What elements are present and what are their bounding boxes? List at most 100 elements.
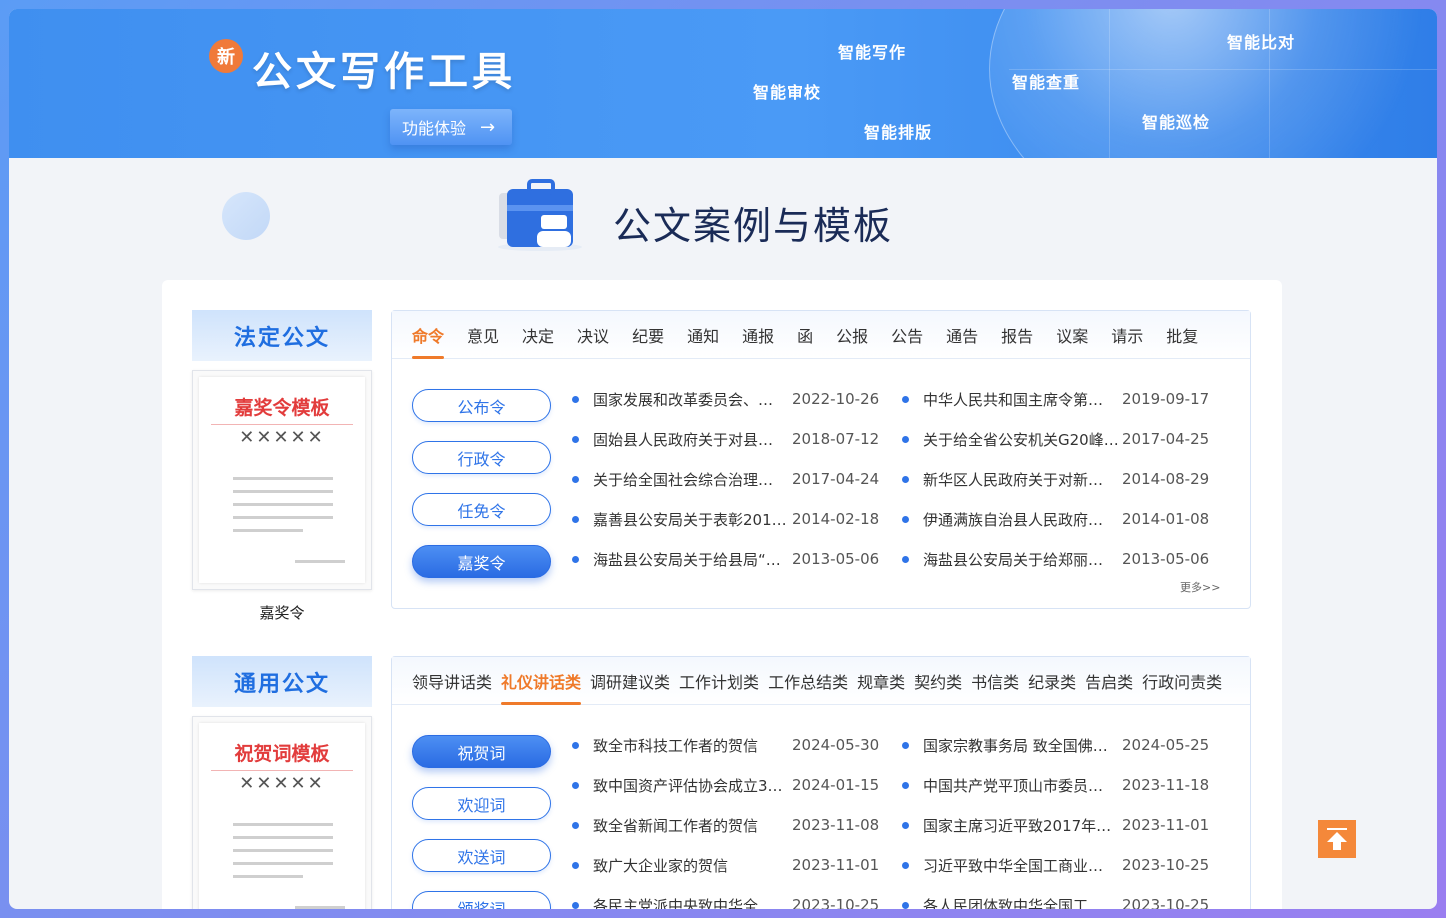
subcategory-pill[interactable]: 颁奖词	[412, 891, 551, 909]
list-item[interactable]: 嘉善县公安局关于表彰201… 2014-02-18	[572, 507, 892, 531]
tab-statutory-5[interactable]: 通知	[687, 311, 719, 359]
list-item-title[interactable]: 关于给全国社会综合治理…	[593, 469, 792, 490]
tab-statutory-6[interactable]: 通报	[742, 311, 774, 359]
list-item-title[interactable]: 海盐县公安局关于给县局“…	[593, 549, 792, 570]
tab-statutory-2[interactable]: 决定	[522, 311, 554, 359]
bullet-icon	[902, 821, 909, 829]
list-item-title[interactable]: 关于给全省公安机关G20峰…	[923, 429, 1122, 450]
list-item[interactable]: 海盐县公安局关于给县局“… 2013-05-06	[572, 547, 892, 571]
list-item-title[interactable]: 新华区人民政府关于对新…	[923, 469, 1122, 490]
tab-statutory-13[interactable]: 请示	[1111, 311, 1143, 359]
bullet-icon	[572, 475, 579, 483]
list-item-title[interactable]: 致中国资产评估协会成立3…	[593, 775, 792, 796]
list-item-date: 2014-01-08	[1122, 510, 1210, 528]
tab-statutory-12[interactable]: 议案	[1056, 311, 1088, 359]
subcategory-pill[interactable]: 任免令	[412, 493, 551, 526]
list-item-title[interactable]: 各人民团体致中华全国工…	[923, 895, 1122, 910]
list-item[interactable]: 国家主席习近平致2017年… 2023-11-01	[902, 813, 1222, 837]
list-item[interactable]: 致广大企业家的贺信 2023-11-01	[572, 853, 892, 877]
list-item-title[interactable]: 致全省新闻工作者的贺信	[593, 815, 792, 836]
list-item[interactable]: 中华人民共和国主席令第… 2019-09-17	[902, 387, 1222, 411]
list-item[interactable]: 各人民团体致中华全国工… 2023-10-25	[902, 893, 1222, 909]
tab-general-8[interactable]: 纪录类	[1028, 657, 1076, 705]
list-item[interactable]: 关于给全省公安机关G20峰… 2017-04-25	[902, 427, 1222, 451]
tab-general-2[interactable]: 调研建议类	[590, 657, 670, 705]
tab-statutory-14[interactable]: 批复	[1166, 311, 1198, 359]
tab-statutory-10[interactable]: 通告	[946, 311, 978, 359]
bullet-icon	[902, 395, 909, 403]
list-item-title[interactable]: 嘉善县公安局关于表彰201…	[593, 509, 792, 530]
tab-statutory-3[interactable]: 决议	[577, 311, 609, 359]
list-item-title[interactable]: 国家宗教事务局 致全国佛…	[923, 735, 1122, 756]
list-item[interactable]: 新华区人民政府关于对新… 2014-08-29	[902, 467, 1222, 491]
list-item[interactable]: 伊通满族自治县人民政府… 2014-01-08	[902, 507, 1222, 531]
list-item-title[interactable]: 致广大企业家的贺信	[593, 855, 792, 876]
subcategory-pill[interactable]: 公布令	[412, 389, 551, 422]
list-item[interactable]: 致中国资产评估协会成立3… 2024-01-15	[572, 773, 892, 797]
tab-general-7[interactable]: 书信类	[971, 657, 1019, 705]
tab-general-10[interactable]: 行政问责类	[1142, 657, 1222, 705]
list-item-title[interactable]: 国家主席习近平致2017年…	[923, 815, 1122, 836]
list-item-title[interactable]: 伊通满族自治县人民政府…	[923, 509, 1122, 530]
feature-smart-duplicate-check[interactable]: 智能查重	[1012, 69, 1080, 93]
list-item[interactable]: 致全市科技工作者的贺信 2024-05-30	[572, 733, 892, 757]
feature-smart-layout[interactable]: 智能排版	[864, 119, 932, 143]
category-statutory-label: 法定公文	[192, 310, 372, 361]
tab-general-3[interactable]: 工作计划类	[679, 657, 759, 705]
tab-general-6[interactable]: 契约类	[914, 657, 962, 705]
list-item-title[interactable]: 固始县人民政府关于对县…	[593, 429, 792, 450]
list-item[interactable]: 致全省新闻工作者的贺信 2023-11-08	[572, 813, 892, 837]
list-item[interactable]: 海盐县公安局关于给郑丽… 2013-05-06	[902, 547, 1222, 571]
list-item-title[interactable]: 海盐县公安局关于给郑丽…	[923, 549, 1122, 570]
list-item-title[interactable]: 中华人民共和国主席令第…	[923, 389, 1122, 410]
arrow-up-icon	[1327, 828, 1347, 850]
list-item[interactable]: 国家宗教事务局 致全国佛… 2024-05-25	[902, 733, 1222, 757]
subcategory-pill[interactable]: 行政令	[412, 441, 551, 474]
list-item[interactable]: 国家发展和改革委员会、… 2022-10-26	[572, 387, 892, 411]
list-item-title[interactable]: 致全市科技工作者的贺信	[593, 735, 792, 756]
list-item[interactable]: 中国共产党平顶山市委员… 2023-11-18	[902, 773, 1222, 797]
tab-statutory-9[interactable]: 公告	[891, 311, 923, 359]
tab-statutory-7[interactable]: 函	[797, 311, 813, 359]
list-item-title[interactable]: 中国共产党平顶山市委员…	[923, 775, 1122, 796]
tab-general-5[interactable]: 规章类	[857, 657, 905, 705]
list-item-date: 2023-11-08	[792, 816, 880, 834]
subcategory-pill[interactable]: 欢送词	[412, 839, 551, 872]
list-item-date: 2013-05-06	[792, 550, 880, 568]
tab-statutory-1[interactable]: 意见	[467, 311, 499, 359]
feature-smart-review[interactable]: 智能审校	[753, 79, 821, 103]
back-to-top-button[interactable]	[1318, 820, 1356, 858]
list-item-title[interactable]: 国家发展和改革委员会、…	[593, 389, 792, 410]
tab-general-1[interactable]: 礼仪讲话类	[501, 657, 582, 705]
list-item-title[interactable]: 各民主党派中央致中华全…	[593, 895, 792, 910]
tab-statutory-0[interactable]: 命令	[412, 311, 445, 359]
list-item-date: 2023-10-25	[1122, 856, 1210, 874]
feature-smart-compare[interactable]: 智能比对	[1227, 29, 1295, 53]
list-item[interactable]: 固始县人民政府关于对县… 2018-07-12	[572, 427, 892, 451]
thumbnail-title: 嘉奖令模板	[211, 391, 353, 425]
tab-statutory-4[interactable]: 纪要	[632, 311, 664, 359]
tab-general-0[interactable]: 领导讲话类	[412, 657, 492, 705]
tab-statutory-8[interactable]: 公报	[836, 311, 868, 359]
more-link[interactable]: 更多>>	[1180, 579, 1220, 595]
browser-window: 新 公文写作工具 功能体验 → 智能写作 智能审校 智能查重 智能排版 智能比对…	[9, 9, 1437, 909]
bullet-icon	[902, 515, 909, 523]
feature-smart-writing[interactable]: 智能写作	[838, 39, 906, 63]
list-item[interactable]: 各民主党派中央致中华全… 2023-10-25	[572, 893, 892, 909]
list-item[interactable]: 习近平致中华全国工商业… 2023-10-25	[902, 853, 1222, 877]
try-feature-button[interactable]: 功能体验 →	[390, 109, 512, 145]
subcategory-pill[interactable]: 祝贺词	[412, 735, 551, 768]
template-thumbnail[interactable]: 祝贺词模板 ✕✕✕✕✕	[192, 716, 372, 909]
subcategory-pill[interactable]: 欢迎词	[412, 787, 551, 820]
tab-general-9[interactable]: 告启类	[1085, 657, 1133, 705]
list-item[interactable]: 关于给全国社会综合治理… 2017-04-24	[572, 467, 892, 491]
list-item-title[interactable]: 习近平致中华全国工商业…	[923, 855, 1122, 876]
list-item-date: 2024-01-15	[792, 776, 880, 794]
tab-statutory-11[interactable]: 报告	[1001, 311, 1033, 359]
template-thumbnail[interactable]: 嘉奖令模板 ✕✕✕✕✕	[192, 370, 372, 590]
grid-line	[1109, 9, 1110, 158]
subcategory-pill[interactable]: 嘉奖令	[412, 545, 551, 578]
feature-smart-inspection[interactable]: 智能巡检	[1142, 109, 1210, 133]
tab-general-4[interactable]: 工作总结类	[768, 657, 848, 705]
thumbnail-signature-line	[295, 560, 345, 563]
